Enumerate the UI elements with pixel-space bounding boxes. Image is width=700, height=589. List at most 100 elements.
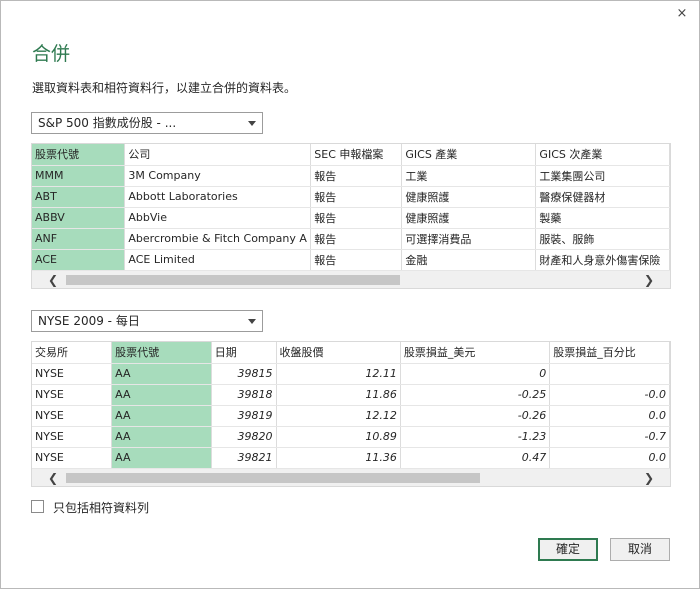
matching-rows-checkbox[interactable]: [31, 500, 44, 513]
table-row: NYSE AA 39821 11.36 0.47 0.0: [32, 447, 670, 469]
table-cell[interactable]: 0.0: [549, 405, 670, 427]
table-cell[interactable]: 3M Company: [124, 165, 312, 187]
table-cell[interactable]: 報告: [310, 186, 403, 208]
column-header-ticker[interactable]: 股票代號: [32, 144, 126, 166]
first-table-select-value: S&P 500 指數成份股 - ...: [38, 116, 177, 130]
table-row: ANF Abercrombie & Fitch Company A 報告 可選擇…: [32, 228, 670, 250]
second-table-select[interactable]: NYSE 2009 - 每日: [31, 310, 263, 332]
table-cell[interactable]: ABT: [32, 186, 126, 208]
table-cell[interactable]: ANF: [32, 228, 126, 250]
matching-rows-label[interactable]: 只包括相符資料列: [53, 499, 149, 516]
table-row: NYSE AA 39818 11.86 -0.25 -0.0: [32, 384, 670, 406]
table-cell[interactable]: -0.25: [400, 384, 551, 406]
merge-dialog: × 合併 選取資料表和相符資料行，以建立合併的資料表。 S&P 500 指數成份…: [0, 0, 700, 589]
table-cell[interactable]: 0.0: [549, 447, 670, 469]
table-cell[interactable]: NYSE: [32, 363, 113, 385]
column-header-change-percent[interactable]: 股票損益_百分比: [549, 342, 670, 364]
table-cell[interactable]: 39820: [211, 426, 277, 448]
column-header-gics-sector[interactable]: GICS 產業: [401, 144, 537, 166]
table-cell[interactable]: AA: [111, 426, 212, 448]
close-icon[interactable]: ×: [673, 5, 691, 23]
table-row: NYSE AA 39815 12.11 0: [32, 363, 670, 385]
table-cell[interactable]: ACE Limited: [124, 249, 312, 271]
ok-button[interactable]: 確定: [538, 538, 598, 561]
table-header-row: 股票代號 公司 SEC 申報檔案 GICS 產業 GICS 次產業: [32, 144, 670, 166]
first-table-grid: 股票代號 公司 SEC 申報檔案 GICS 產業 GICS 次產業 MMM 3M…: [32, 144, 670, 271]
table-cell[interactable]: 報告: [310, 165, 403, 187]
table-cell[interactable]: -1.23: [400, 426, 551, 448]
table-cell[interactable]: NYSE: [32, 384, 113, 406]
dialog-title: 合併: [32, 43, 71, 65]
table-cell[interactable]: -0.26: [400, 405, 551, 427]
table-cell[interactable]: 0: [400, 363, 551, 385]
table-cell[interactable]: 工業: [401, 165, 537, 187]
scrollbar-thumb[interactable]: [66, 275, 400, 285]
column-header-date[interactable]: 日期: [211, 342, 277, 364]
table-cell[interactable]: ABBV: [32, 207, 126, 229]
table-cell[interactable]: 11.36: [276, 447, 401, 469]
table-cell[interactable]: 報告: [310, 207, 403, 229]
table-cell[interactable]: AA: [111, 384, 212, 406]
column-header-ticker[interactable]: 股票代號: [111, 342, 212, 364]
table-cell[interactable]: 健康照護: [401, 186, 537, 208]
table-cell[interactable]: 11.86: [276, 384, 401, 406]
cancel-button[interactable]: 取消: [610, 538, 670, 561]
table-row: ABBV AbbVie 報告 健康照護 製藥: [32, 207, 670, 229]
table-row: ACE ACE Limited 報告 金融 財產和人身意外傷害保險: [32, 249, 670, 271]
table-cell[interactable]: 12.11: [276, 363, 401, 385]
table-row: NYSE AA 39820 10.89 -1.23 -0.7: [32, 426, 670, 448]
table-cell[interactable]: AA: [111, 447, 212, 469]
chevron-left-icon[interactable]: ❮: [44, 469, 62, 486]
table-cell[interactable]: 健康照護: [401, 207, 537, 229]
table-cell[interactable]: 39815: [211, 363, 277, 385]
table-cell[interactable]: ACE: [32, 249, 126, 271]
table-cell[interactable]: 39821: [211, 447, 277, 469]
table-row: MMM 3M Company 報告 工業 工業集團公司: [32, 165, 670, 187]
table-cell[interactable]: AA: [111, 405, 212, 427]
table-cell[interactable]: 39818: [211, 384, 277, 406]
table-cell[interactable]: NYSE: [32, 426, 113, 448]
chevron-down-icon: [248, 319, 256, 324]
table-header-row: 交易所 股票代號 日期 收盤股價 股票損益_美元 股票損益_百分比: [32, 342, 670, 364]
column-header-company[interactable]: 公司: [124, 144, 312, 166]
table-cell[interactable]: 工業集團公司: [535, 165, 670, 187]
first-table-preview: 股票代號 公司 SEC 申報檔案 GICS 產業 GICS 次產業 MMM 3M…: [31, 143, 671, 289]
table-cell[interactable]: [549, 363, 670, 385]
table-cell[interactable]: MMM: [32, 165, 126, 187]
scrollbar-thumb[interactable]: [66, 473, 480, 483]
table-cell[interactable]: 製藥: [535, 207, 670, 229]
table-cell[interactable]: 金融: [401, 249, 537, 271]
horizontal-scrollbar[interactable]: ❮ ❯: [32, 270, 670, 288]
column-header-change-usd[interactable]: 股票損益_美元: [400, 342, 551, 364]
table-cell[interactable]: 39819: [211, 405, 277, 427]
table-cell[interactable]: 服裝、服飾: [535, 228, 670, 250]
table-cell[interactable]: -0.0: [549, 384, 670, 406]
table-cell[interactable]: NYSE: [32, 447, 113, 469]
horizontal-scrollbar[interactable]: ❮ ❯: [32, 468, 670, 486]
table-cell[interactable]: AbbVie: [124, 207, 312, 229]
table-cell[interactable]: -0.7: [549, 426, 670, 448]
table-cell[interactable]: 10.89: [276, 426, 401, 448]
column-header-sec-filings[interactable]: SEC 申報檔案: [310, 144, 403, 166]
second-table-preview: 交易所 股票代號 日期 收盤股價 股票損益_美元 股票損益_百分比 NYSE A…: [31, 341, 671, 487]
chevron-right-icon[interactable]: ❯: [640, 469, 658, 486]
table-cell[interactable]: NYSE: [32, 405, 113, 427]
table-cell[interactable]: Abercrombie & Fitch Company A: [124, 228, 312, 250]
table-cell[interactable]: 報告: [310, 228, 403, 250]
table-cell[interactable]: 0.47: [400, 447, 551, 469]
chevron-left-icon[interactable]: ❮: [44, 271, 62, 288]
column-header-exchange[interactable]: 交易所: [32, 342, 113, 364]
column-header-close-price[interactable]: 收盤股價: [276, 342, 401, 364]
table-cell[interactable]: 財產和人身意外傷害保險: [535, 249, 670, 271]
table-cell[interactable]: 12.12: [276, 405, 401, 427]
table-cell[interactable]: Abbott Laboratories: [124, 186, 312, 208]
chevron-down-icon: [248, 121, 256, 126]
table-cell[interactable]: 可選擇消費品: [401, 228, 537, 250]
chevron-right-icon[interactable]: ❯: [640, 271, 658, 288]
second-table-grid: 交易所 股票代號 日期 收盤股價 股票損益_美元 股票損益_百分比 NYSE A…: [32, 342, 670, 469]
first-table-select[interactable]: S&P 500 指數成份股 - ...: [31, 112, 263, 134]
column-header-gics-sub-industry[interactable]: GICS 次產業: [535, 144, 670, 166]
table-cell[interactable]: 醫療保健器材: [535, 186, 670, 208]
table-cell[interactable]: 報告: [310, 249, 403, 271]
table-cell[interactable]: AA: [111, 363, 212, 385]
